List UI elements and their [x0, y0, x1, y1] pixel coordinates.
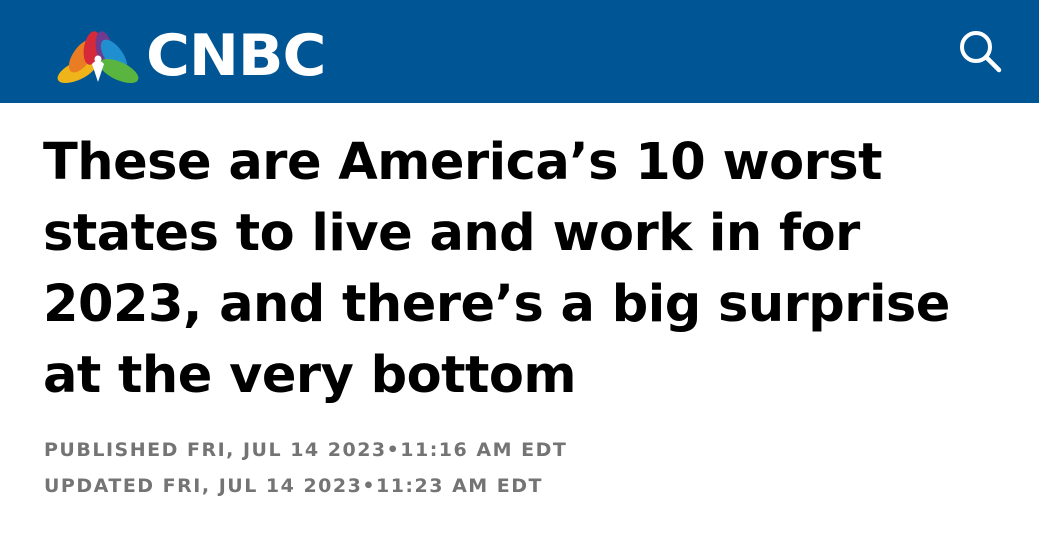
updated-timestamp: UPDATED FRI, JUL 14 2023•11:23 AM EDT [44, 475, 544, 497]
search-button[interactable] [950, 24, 1010, 80]
site-header: CNBC [0, 0, 1039, 103]
cnbc-logo[interactable]: CNBC [54, 24, 326, 88]
article-headline: These are America’s 10 worst states to l… [43, 133, 950, 405]
brand-name: CNBC [146, 22, 326, 89]
search-icon [960, 31, 1002, 73]
published-timestamp: PUBLISHED FRI, JUL 14 2023•11:16 AM EDT [44, 439, 568, 461]
nbc-peacock-icon [57, 31, 139, 84]
